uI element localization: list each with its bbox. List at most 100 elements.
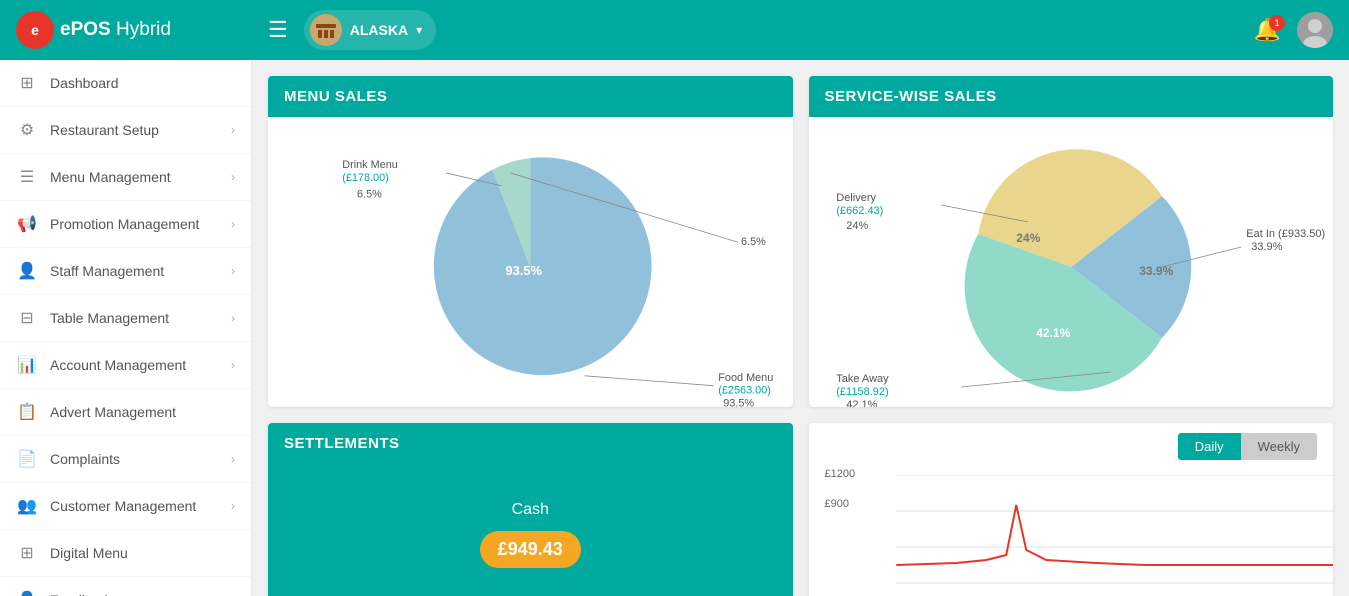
sidebar-item-advert-management[interactable]: 📋 Advert Management xyxy=(0,389,251,436)
restaurant-setup-icon: ⚙ xyxy=(16,119,38,141)
svg-text:(£178.00): (£178.00) xyxy=(342,172,389,184)
page-wrapper: e ePOS Hybrid ☰ ALASKA ▾ 🔔 1 xyxy=(0,0,1349,596)
brand-name: ePOS Hybrid xyxy=(60,19,171,41)
complaints-label: Complaints xyxy=(50,451,231,467)
svg-text:93.5%: 93.5% xyxy=(723,397,754,407)
weekly-button[interactable]: Weekly xyxy=(1241,433,1317,460)
svg-text:Delivery: Delivery xyxy=(836,192,876,204)
cash-label: Cash xyxy=(512,501,549,519)
complaints-chevron-icon: › xyxy=(231,452,235,466)
store-chevron-icon: ▾ xyxy=(416,23,422,37)
svg-text:42.1%: 42.1% xyxy=(1036,326,1070,340)
store-avatar xyxy=(310,14,342,46)
store-selector[interactable]: ALASKA ▾ xyxy=(304,10,436,50)
daily-button[interactable]: Daily xyxy=(1178,433,1241,460)
svg-text:(£2563.00): (£2563.00) xyxy=(718,385,771,397)
svg-text:24%: 24% xyxy=(846,220,868,232)
svg-text:(£1158.92): (£1158.92) xyxy=(836,386,888,398)
sidebar-item-feedback[interactable]: 👤Feedback› xyxy=(0,577,251,596)
logo-initials: e xyxy=(31,22,39,38)
sidebar-item-restaurant-setup[interactable]: ⚙ Restaurant Setup› xyxy=(0,107,251,154)
svg-text:24%: 24% xyxy=(1016,231,1040,245)
settlements-body: Cash £949.43 xyxy=(268,464,793,596)
menu-management-icon: ☰ xyxy=(16,166,38,188)
user-avatar-button[interactable] xyxy=(1297,12,1333,48)
y-label-1200: £1200 xyxy=(825,468,856,480)
svg-text:Drink Menu: Drink Menu xyxy=(342,159,398,171)
settlements-card: SETTLEMENTS Cash £949.43 Ea xyxy=(268,423,793,596)
customer-management-label: Customer Management xyxy=(50,498,231,514)
sidebar-item-menu-management[interactable]: ☰Menu Management› xyxy=(0,154,251,201)
topbar-right: 🔔 1 xyxy=(1254,12,1333,48)
restaurant-setup-chevron-icon: › xyxy=(231,123,235,137)
sidebar-item-dashboard[interactable]: ⊞ Dashboard xyxy=(0,60,251,107)
sidebar-item-customer-management[interactable]: 👥 Customer Management› xyxy=(0,483,251,530)
account-management-chevron-icon: › xyxy=(231,358,235,372)
customer-management-icon: 👥 xyxy=(16,495,38,517)
promotion-management-chevron-icon: › xyxy=(231,217,235,231)
sidebar-item-complaints[interactable]: 📄 Complaints› xyxy=(0,436,251,483)
menu-sales-header: MENU SALES xyxy=(268,76,793,117)
digital-menu-label: Digital Menu xyxy=(50,545,235,561)
chart-controls: Daily Weekly xyxy=(809,423,1334,460)
notification-badge: 1 xyxy=(1269,15,1285,31)
feedback-icon: 👤 xyxy=(16,589,38,596)
store-name: ALASKA xyxy=(350,22,408,38)
svg-text:6.5%: 6.5% xyxy=(741,236,766,248)
feedback-label: Feedback xyxy=(50,592,231,596)
settlements-header: SETTLEMENTS xyxy=(268,423,793,464)
table-management-chevron-icon: › xyxy=(231,311,235,325)
line-chart xyxy=(859,475,1334,585)
svg-text:Eat In (£933.50): Eat In (£933.50) xyxy=(1246,228,1325,240)
account-management-label: Account Management xyxy=(50,357,231,373)
menu-sales-chart: Drink Menu (£178.00) 6.5% 6.5% Food Menu… xyxy=(268,117,793,407)
service-sales-body: Delivery (£662.43) 24% Take Away (£1158.… xyxy=(809,117,1334,407)
topbar: e ePOS Hybrid ☰ ALASKA ▾ 🔔 1 xyxy=(0,0,1349,60)
brand-epos: ePOS xyxy=(60,19,111,40)
svg-text:33.9%: 33.9% xyxy=(1251,241,1282,253)
svg-text:42.1%: 42.1% xyxy=(846,399,877,407)
customer-management-chevron-icon: › xyxy=(231,499,235,513)
sidebar-item-promotion-management[interactable]: 📢 Promotion Management› xyxy=(0,201,251,248)
menu-sales-card: MENU SALES Drink Menu xyxy=(268,76,793,407)
staff-management-label: Staff Management xyxy=(50,263,231,279)
svg-text:33.9%: 33.9% xyxy=(1139,264,1173,278)
main-content: MENU SALES Drink Menu xyxy=(252,60,1349,596)
cash-amount: £949.43 xyxy=(480,531,581,568)
sidebar-item-staff-management[interactable]: 👤 Staff Management› xyxy=(0,248,251,295)
sidebar-item-account-management[interactable]: 📊 Account Management› xyxy=(0,342,251,389)
complaints-icon: 📄 xyxy=(16,448,38,470)
dashboard-label: Dashboard xyxy=(50,75,235,91)
advert-management-label: Advert Management xyxy=(50,404,235,420)
sidebar-item-table-management[interactable]: ⊟ Table Management› xyxy=(0,295,251,342)
bar-chart-body: £1200 £900 xyxy=(809,460,1334,590)
logo-area: e ePOS Hybrid xyxy=(16,11,268,49)
svg-text:93.5%: 93.5% xyxy=(506,263,543,278)
table-management-label: Table Management xyxy=(50,310,231,326)
svg-text:6.5%: 6.5% xyxy=(357,189,382,201)
hamburger-button[interactable]: ☰ xyxy=(268,17,288,43)
sidebar-item-digital-menu[interactable]: ⊞ Digital Menu xyxy=(0,530,251,577)
menu-management-label: Menu Management xyxy=(50,169,231,185)
staff-management-icon: 👤 xyxy=(16,260,38,282)
settlements-cash-section: Cash £949.43 xyxy=(268,464,793,596)
promotion-management-icon: 📢 xyxy=(16,213,38,235)
y-label-900: £900 xyxy=(825,498,849,510)
notification-button[interactable]: 🔔 1 xyxy=(1254,17,1281,43)
account-management-icon: 📊 xyxy=(16,354,38,376)
content-grid: MENU SALES Drink Menu xyxy=(268,76,1333,596)
digital-menu-icon: ⊞ xyxy=(16,542,38,564)
svg-text:Take Away: Take Away xyxy=(836,373,889,385)
bar-chart-card: Daily Weekly £1200 £900 xyxy=(809,423,1334,596)
menu-sales-body: Drink Menu (£178.00) 6.5% 6.5% Food Menu… xyxy=(268,117,793,407)
staff-management-chevron-icon: › xyxy=(231,264,235,278)
service-sales-header: SERVICE-WISE SALES xyxy=(809,76,1334,117)
service-sales-chart: Delivery (£662.43) 24% Take Away (£1158.… xyxy=(809,117,1334,407)
table-management-icon: ⊟ xyxy=(16,307,38,329)
logo-circle: e xyxy=(16,11,54,49)
promotion-management-label: Promotion Management xyxy=(50,216,231,232)
svg-text:(£662.43): (£662.43) xyxy=(836,205,883,217)
advert-management-icon: 📋 xyxy=(16,401,38,423)
restaurant-setup-label: Restaurant Setup xyxy=(50,122,231,138)
dashboard-icon: ⊞ xyxy=(16,72,38,94)
